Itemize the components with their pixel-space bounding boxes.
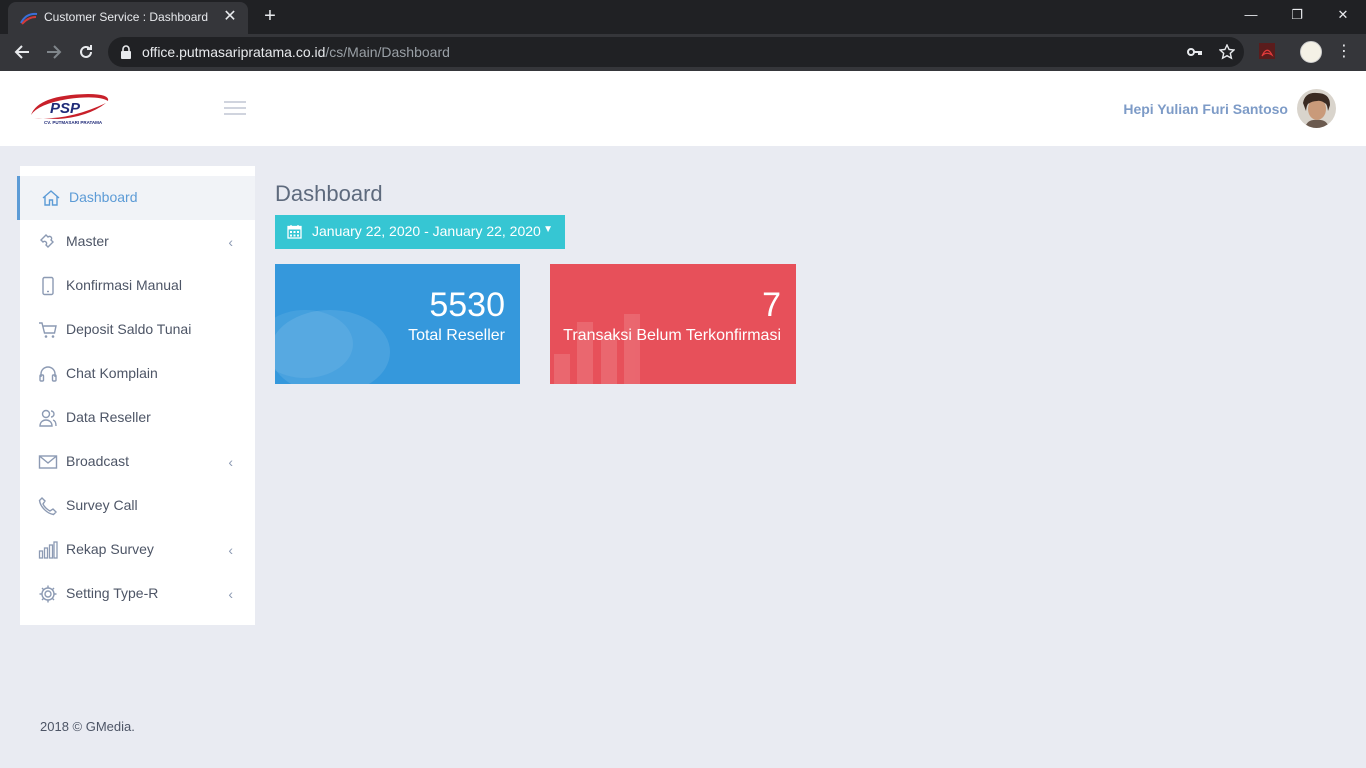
sidebar-item-label: Broadcast: [66, 453, 130, 469]
chevron-down-icon: ▼: [543, 224, 553, 235]
page-title: Dashboard: [275, 181, 383, 206]
browser-tab[interactable]: Customer Service : Dashboard ✕: [8, 2, 248, 34]
sidebar-item-label: Chat Komplain: [66, 365, 158, 381]
browser-toolbar: office.putmasaripratama.co.id/cs/Main/Da…: [0, 34, 1366, 71]
back-icon[interactable]: [8, 38, 36, 66]
sidebar-item-chat-komplain[interactable]: Chat Komplain: [20, 352, 255, 396]
users-icon: [39, 409, 57, 427]
sidebar-item-label: Setting Type-R: [66, 585, 159, 601]
chevron-left-icon: ‹: [228, 542, 233, 558]
sidebar-item-broadcast[interactable]: Broadcast ‹: [20, 440, 255, 484]
sidebar: Dashboard Master ‹ Konfirmasi Manual Dep…: [17, 166, 255, 625]
restore-icon[interactable]: ❐: [1274, 0, 1320, 30]
sidebar-item-label: Survey Call: [66, 497, 138, 513]
profile-avatar-icon[interactable]: [1300, 41, 1322, 63]
url-domain: office.putmasaripratama.co.id: [142, 44, 326, 60]
minimize-icon[interactable]: —: [1228, 0, 1274, 30]
window-close-icon[interactable]: ✕: [1320, 0, 1366, 30]
sidebar-item-data-reseller[interactable]: Data Reseller: [20, 396, 255, 440]
sidebar-item-setting-type-r[interactable]: Setting Type-R ‹: [20, 572, 255, 616]
new-tab-icon[interactable]: +: [258, 5, 282, 29]
stat-number: 5530: [429, 286, 505, 324]
sidebar-item-konfirmasi-manual[interactable]: Konfirmasi Manual: [20, 264, 255, 308]
calendar-icon: [287, 225, 302, 239]
puzzle-icon: [40, 234, 54, 248]
reload-icon[interactable]: [72, 38, 100, 66]
chevron-left-icon: ‹: [228, 234, 233, 250]
pdf-extension-icon[interactable]: [1258, 42, 1276, 60]
browser-chrome: Customer Service : Dashboard ✕ + — ❐ ✕ o…: [0, 0, 1366, 71]
sidebar-item-label: Master: [66, 233, 109, 249]
stat-number: 7: [762, 286, 781, 324]
gear-icon: [39, 585, 57, 603]
logo-subtext: CV. PUTMASARI PRATAMA: [44, 120, 103, 125]
forward-icon[interactable]: [40, 38, 68, 66]
bar-chart-icon: [38, 541, 58, 559]
chevron-left-icon: ‹: [228, 454, 233, 470]
sidebar-item-deposit-saldo-tunai[interactable]: Deposit Saldo Tunai: [20, 308, 255, 352]
stat-card-total-reseller[interactable]: 5530 Total Reseller: [275, 264, 520, 384]
psp-logo[interactable]: PSP CV. PUTMASARI PRATAMA: [28, 91, 112, 127]
url-text: office.putmasaripratama.co.id/cs/Main/Da…: [142, 44, 450, 60]
headset-icon: [39, 366, 57, 382]
sidebar-item-dashboard[interactable]: Dashboard: [17, 176, 255, 220]
tab-strip: Customer Service : Dashboard ✕ + — ❐ ✕: [0, 0, 1366, 34]
app-header: PSP CV. PUTMASARI PRATAMA Hepi Yulian Fu…: [0, 71, 1366, 146]
chevron-left-icon: ‹: [228, 586, 233, 602]
sidebar-item-label: Konfirmasi Manual: [66, 277, 182, 293]
sidebar-item-label: Dashboard: [69, 189, 138, 205]
stat-description: Total Reseller: [408, 327, 505, 344]
date-range-text: January 22, 2020 - January 22, 2020: [312, 223, 541, 239]
bookmark-star-icon[interactable]: [1218, 43, 1236, 61]
cart-icon: [39, 322, 57, 338]
sidebar-item-label: Rekap Survey: [66, 541, 154, 557]
address-bar[interactable]: office.putmasaripratama.co.id/cs/Main/Da…: [108, 37, 1244, 67]
bar-chart-icon: [554, 314, 640, 384]
hamburger-menu-icon[interactable]: [224, 101, 246, 117]
home-icon: [42, 190, 60, 206]
date-range-button[interactable]: January 22, 2020 - January 22, 2020 ▼: [275, 215, 565, 249]
lock-icon: [121, 45, 131, 59]
stat-description: Transaksi Belum Terkonfirmasi: [563, 327, 781, 344]
logo-text: PSP: [50, 100, 81, 117]
footer-copyright: 2018 © GMedia.: [40, 719, 135, 734]
key-icon[interactable]: [1186, 43, 1204, 61]
sidebar-item-master[interactable]: Master ‹: [20, 220, 255, 264]
tab-title: Customer Service : Dashboard: [44, 10, 209, 24]
sidebar-item-label: Deposit Saldo Tunai: [66, 321, 192, 337]
stat-card-transaksi-belum-terkonfirmasi[interactable]: 7 Transaksi Belum Terkonfirmasi: [550, 264, 796, 384]
sidebar-item-label: Data Reseller: [66, 409, 151, 425]
sidebar-item-rekap-survey[interactable]: Rekap Survey ‹: [20, 528, 255, 572]
site-favicon-icon: [20, 12, 38, 25]
url-path: /cs/Main/Dashboard: [325, 44, 450, 60]
browser-menu-icon[interactable]: ⋮: [1334, 42, 1354, 62]
phone-icon: [42, 276, 54, 296]
tab-close-icon[interactable]: ✕: [220, 7, 240, 27]
envelope-icon: [38, 455, 58, 469]
call-icon: [38, 497, 57, 516]
sidebar-item-survey-call[interactable]: Survey Call: [20, 484, 255, 528]
user-name[interactable]: Hepi Yulian Furi Santoso: [1123, 101, 1288, 117]
user-avatar[interactable]: [1297, 89, 1336, 128]
